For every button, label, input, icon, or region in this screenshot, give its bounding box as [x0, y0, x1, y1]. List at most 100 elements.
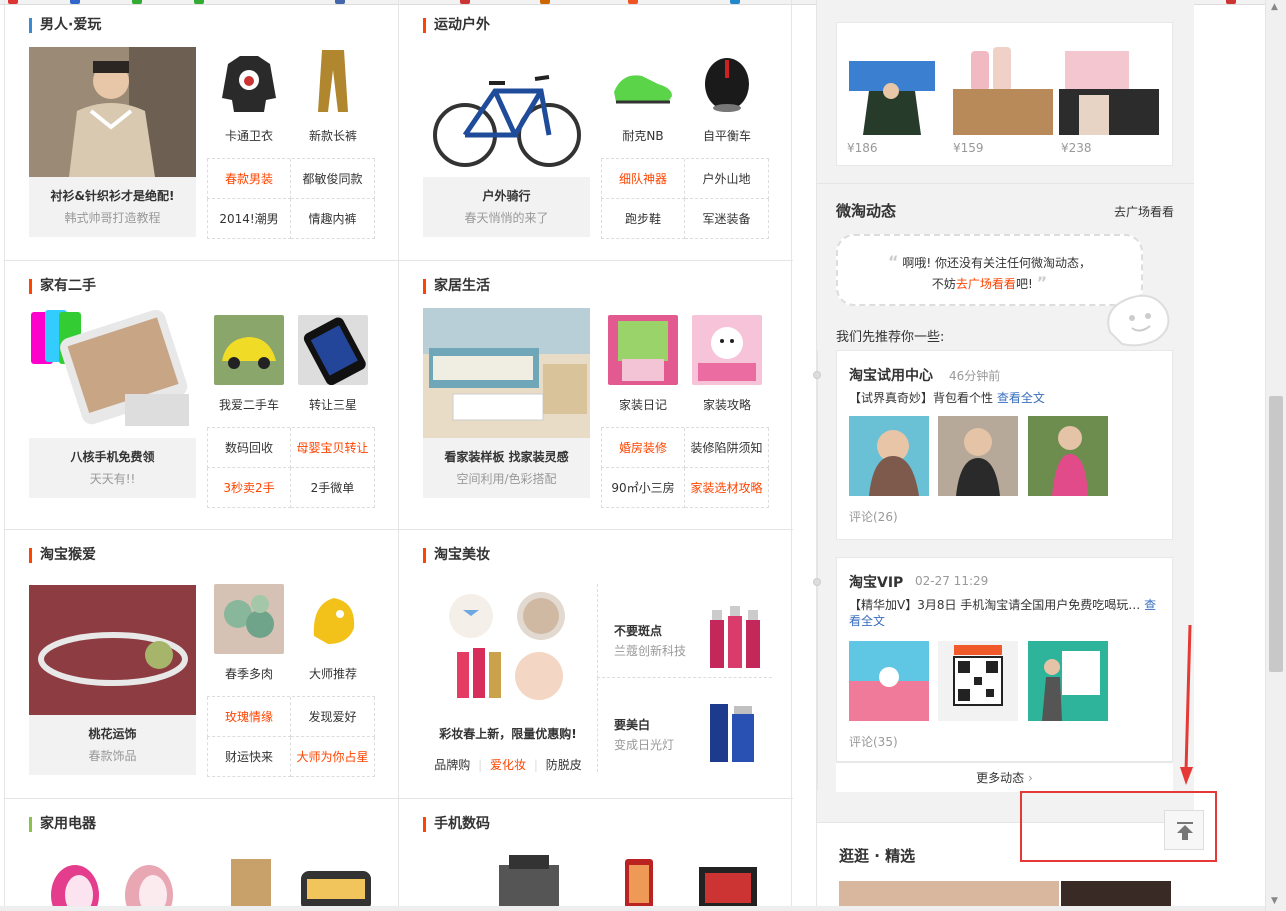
go-square-inline-link[interactable]: 去广场看看 [956, 277, 1016, 291]
tag-link[interactable]: 母婴宝贝转让 [291, 428, 375, 468]
product-label: 家装攻略 [702, 398, 751, 412]
tag-link[interactable]: 跑步鞋 [601, 199, 685, 239]
product-label: 耐克NB [622, 129, 664, 143]
scroll-up-icon[interactable]: ▲ [1271, 2, 1278, 12]
feed-desc: 【精华加V】3月8日 手机淘宝请全国用户免费吃喝玩… 查看全文 [849, 597, 1161, 629]
more-feeds-link[interactable]: 更多动态 › [836, 762, 1173, 792]
hero-card[interactable]: 桃花运饰 春款饰品 [29, 585, 196, 775]
hero-image [29, 308, 196, 438]
category-title[interactable]: 淘宝猴爱 [29, 548, 96, 563]
product-hoodie[interactable]: 卡通卫衣 [209, 46, 289, 144]
feed-photo[interactable] [938, 641, 1018, 721]
quote-open-icon: “ [888, 252, 899, 271]
empty-feed-bubble: “ 啊哦! 你还没有关注任何微淘动态， 不妨去广场看看吧! ” [836, 234, 1143, 306]
product-succulent[interactable]: 春季多肉 [209, 584, 289, 682]
beauty-link[interactable]: 品牌购 [434, 758, 470, 772]
tag-link[interactable]: 情趣内裤 [291, 199, 375, 239]
scroll-down-icon[interactable]: ▼ [1271, 896, 1278, 906]
tag-link[interactable]: 春款男装 [207, 159, 291, 199]
category-title[interactable]: 运动户外 [423, 18, 490, 33]
tag-link[interactable]: 2手微单 [291, 468, 375, 508]
beauty-side-item[interactable]: 要美白 变成日光灯 [597, 678, 772, 772]
feed-photo[interactable] [1028, 416, 1108, 496]
beauty-feature[interactable]: 彩妆春上新，限量优惠购! 品牌购 | 爱化妆 | 防脱皮 [423, 584, 593, 773]
price: ¥159 [953, 141, 984, 155]
cosmetics-image [423, 584, 593, 714]
tag-link[interactable]: 发现爱好 [291, 697, 375, 737]
category-digital: 手机数码 [398, 799, 793, 911]
scrollbar-thumb[interactable] [1269, 396, 1283, 672]
category-title[interactable]: 淘宝美妆 [423, 548, 490, 563]
category-title[interactable]: 家居生活 [423, 279, 490, 294]
tag-link[interactable]: 细队神器 [601, 159, 685, 199]
bubble-line2-post: 吧! [1015, 277, 1033, 291]
tag-grid: 春款男装 都敏俊同款 2014!潮男 情趣内裤 [207, 158, 375, 239]
tag-link[interactable]: 户外山地 [685, 159, 769, 199]
bubble-line1: 啊哦! 你还没有关注任何微淘动态， [902, 256, 1091, 270]
recommend-card: ¥186 ¥159 ¥238 [836, 22, 1173, 166]
tag-link[interactable]: 婚房装修 [601, 428, 685, 468]
tag-link[interactable]: 都敏俊同款 [291, 159, 375, 199]
tag-link[interactable]: 大师为你占星 [291, 737, 375, 777]
category-title[interactable]: 家用电器 [29, 817, 96, 832]
hero-card[interactable]: 八核手机免费领 天天有!! [29, 308, 196, 498]
product-label: 自平衡车 [702, 129, 751, 143]
feed-account-name[interactable]: 淘宝试用中心 [849, 365, 933, 385]
category-title[interactable]: 手机数码 [423, 817, 490, 832]
hero-image [29, 47, 196, 177]
tag-link[interactable]: 3秒卖2手 [207, 468, 291, 508]
category-title[interactable]: 男人·爱玩 [29, 18, 101, 33]
product-pants[interactable]: 新款长裤 [293, 46, 373, 144]
product-image[interactable] [1059, 31, 1159, 135]
category-title[interactable]: 家有二手 [29, 279, 96, 294]
scrollbar[interactable]: ▲ ▼ [1265, 0, 1286, 911]
feed-photo[interactable] [938, 416, 1018, 496]
recommend-label: 我们先推荐你一些: [836, 330, 945, 345]
tag-link[interactable]: 家装选材攻略 [685, 468, 769, 508]
beauty-link[interactable]: 爱化妆 [490, 758, 526, 772]
hero-subtitle: 韩式帅哥打造教程 [64, 211, 161, 225]
feed-photo[interactable] [1028, 641, 1108, 721]
hero-card[interactable]: 户外骑行 春天悄悄的来了 [423, 47, 590, 237]
timeline-line [817, 350, 818, 790]
hero-subtitle: 春天悄悄的来了 [464, 211, 549, 225]
hero-title: 八核手机免费领 [70, 450, 155, 464]
go-square-link[interactable]: 去广场看看 [1114, 203, 1174, 220]
feed-comments[interactable]: 评论(35) [849, 733, 898, 750]
read-more-link[interactable]: 查看全文 [997, 391, 1045, 405]
tag-link[interactable]: 90㎡小三房 [601, 468, 685, 508]
hero-title: 户外骑行 [482, 189, 531, 203]
hero-image [423, 308, 590, 438]
product-home-diary[interactable]: 家装日记 [603, 315, 683, 413]
pants-image [298, 46, 368, 116]
beauty-link[interactable]: 防脱皮 [546, 758, 582, 772]
product-balance-car[interactable]: 自平衡车 [687, 46, 767, 144]
product-home-guide[interactable]: 家装攻略 [687, 315, 767, 413]
tag-link[interactable]: 装修陷阱须知 [685, 428, 769, 468]
product-image[interactable] [849, 31, 949, 135]
product-samsung[interactable]: 转让三星 [293, 315, 373, 413]
hero-card[interactable]: 衬衫&针织衫才是绝配! 韩式帅哥打造教程 [29, 47, 196, 237]
hero-card[interactable]: 看家装样板 找家装灵感 空间利用/色彩搭配 [423, 308, 590, 498]
samsung-image [298, 315, 368, 386]
feed-account-name[interactable]: 淘宝VIP [849, 572, 903, 592]
feed-comments[interactable]: 评论(26) [849, 508, 898, 525]
beauty-side-item[interactable]: 不要斑点 兰蔻创新科技 [597, 584, 772, 678]
feed-photo[interactable] [849, 641, 929, 721]
product-shoes[interactable]: 耐克NB [603, 46, 683, 144]
product-master[interactable]: 大师推荐 [293, 584, 373, 682]
home-diary-image [608, 315, 678, 385]
tag-link[interactable]: 财运快来 [207, 737, 291, 777]
hero-subtitle: 空间利用/色彩搭配 [456, 472, 557, 486]
product-used-car[interactable]: 我爱二手车 [209, 315, 289, 413]
feed-time: 46分钟前 [949, 369, 1001, 383]
feed-photo[interactable] [849, 416, 929, 496]
tag-link[interactable]: 数码回收 [207, 428, 291, 468]
quote-close-icon: ” [1036, 273, 1048, 292]
product-image[interactable] [953, 31, 1053, 135]
tag-link[interactable]: 军迷装备 [685, 199, 769, 239]
tag-link[interactable]: 2014!潮男 [207, 199, 291, 239]
category-appliances: 家用电器 [5, 799, 398, 911]
tag-grid: 数码回收 母婴宝贝转让 3秒卖2手 2手微单 [207, 427, 375, 508]
tag-link[interactable]: 玫瑰情缘 [207, 697, 291, 737]
